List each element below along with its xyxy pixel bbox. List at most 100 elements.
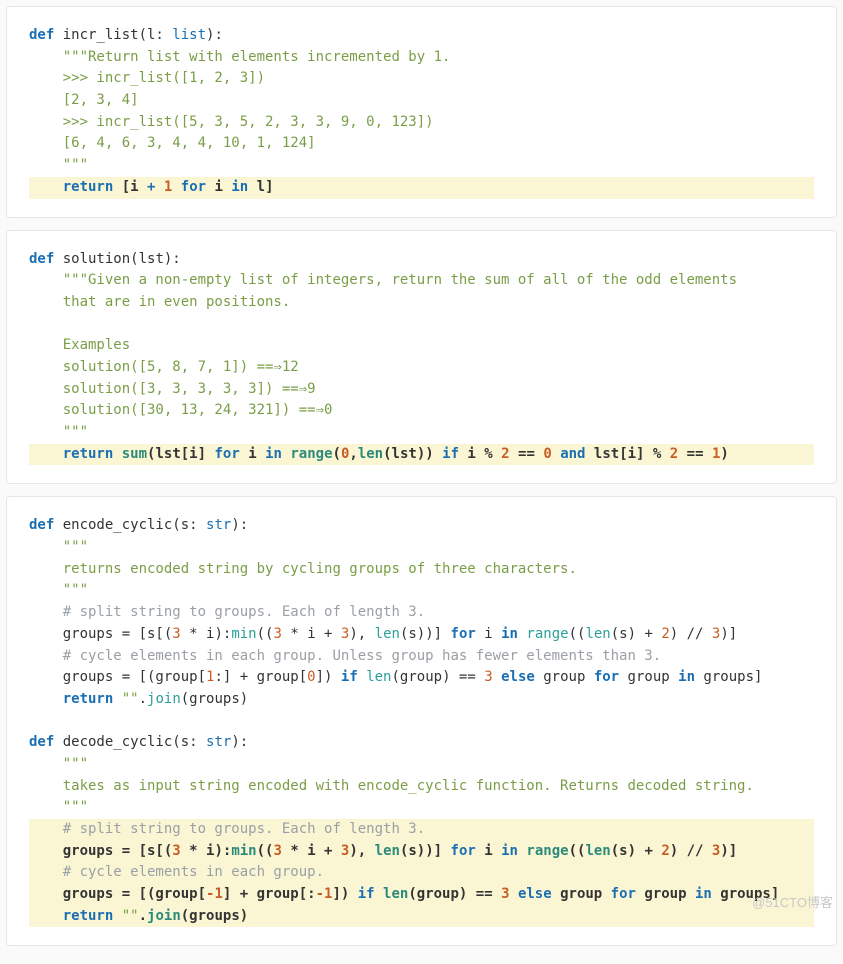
token-bi: range xyxy=(526,843,568,859)
token-num: 2 xyxy=(670,446,678,462)
token-k: in xyxy=(265,446,282,462)
token-n: ( xyxy=(333,446,341,462)
token-k: in xyxy=(231,179,248,195)
token-s: """ xyxy=(63,539,88,555)
token-k: return xyxy=(63,446,114,462)
token-k: def xyxy=(29,517,63,533)
token-n: (( xyxy=(569,843,586,859)
token-n xyxy=(29,864,63,880)
token-n: ) // xyxy=(670,626,712,642)
token-n: ]) xyxy=(316,669,341,685)
token-n xyxy=(510,886,518,902)
token-s: """ xyxy=(63,582,88,598)
code-line: return "".join(groups) xyxy=(29,689,814,711)
token-n: * i + xyxy=(282,626,341,642)
token-n: * i + xyxy=(282,843,341,859)
token-n xyxy=(29,272,63,288)
token-k: for xyxy=(594,669,619,685)
code-line: """ xyxy=(29,754,814,776)
code-line: groups = [s[(3 * i):min((3 * i + 3), len… xyxy=(29,624,814,646)
code-line xyxy=(29,314,814,336)
code-line: return [i + 1 for i in l] xyxy=(29,177,814,199)
token-n: (s: xyxy=(172,734,206,750)
token-bi: len xyxy=(375,843,400,859)
token-num: 3 xyxy=(501,886,509,902)
code-line: """Given a non-empty list of integers, r… xyxy=(29,270,814,292)
token-k: in xyxy=(501,843,518,859)
token-s: solution([3, 3, 3, 3, 3]) ==⇒9 xyxy=(63,381,316,397)
token-n xyxy=(29,756,63,772)
token-n: i xyxy=(206,179,231,195)
token-bi: len xyxy=(375,626,400,642)
token-n xyxy=(155,179,163,195)
code-block: def incr_list(l: list): """Return list w… xyxy=(29,25,814,199)
token-n: :] + group[ xyxy=(214,669,307,685)
token-n: group xyxy=(552,886,611,902)
token-n xyxy=(29,821,63,837)
token-k: in xyxy=(501,626,518,642)
token-n: [i xyxy=(113,179,147,195)
token-n xyxy=(29,157,63,173)
token-n: ]) xyxy=(332,886,357,902)
token-n xyxy=(29,359,63,375)
token-n xyxy=(29,582,63,598)
token-bi: range xyxy=(290,446,332,462)
code-line: """ xyxy=(29,537,814,559)
token-n: i xyxy=(240,446,265,462)
token-k: if xyxy=(442,446,459,462)
code-line: # cycle elements in each group. Unless g… xyxy=(29,646,814,668)
token-k: if xyxy=(341,669,358,685)
token-bi: sum xyxy=(122,446,147,462)
token-n: ): xyxy=(206,27,223,43)
token-k: for xyxy=(214,446,239,462)
token-s: """Given a non-empty list of integers, r… xyxy=(63,272,737,288)
code-line: >>> incr_list([1, 2, 3]) xyxy=(29,68,814,90)
code-line: # split string to groups. Each of length… xyxy=(29,819,814,841)
token-n xyxy=(29,691,63,707)
code-line: """Return list with elements incremented… xyxy=(29,47,814,69)
token-n: l] xyxy=(248,179,273,195)
token-k: if xyxy=(358,886,375,902)
token-n xyxy=(29,114,63,130)
token-n xyxy=(29,135,63,151)
token-n xyxy=(29,778,63,794)
token-k: def xyxy=(29,734,63,750)
token-n xyxy=(29,604,63,620)
token-bi: len xyxy=(366,669,391,685)
code-line: return "".join(groups) xyxy=(29,906,814,928)
code-line: def encode_cyclic(s: str): xyxy=(29,515,814,537)
token-n: ), xyxy=(349,626,374,642)
token-s: solution([30, 13, 24, 321]) ==⇒0 xyxy=(63,402,333,418)
token-k: in xyxy=(695,886,712,902)
token-s: "" xyxy=(122,691,139,707)
token-n xyxy=(29,799,63,815)
token-n xyxy=(29,424,63,440)
token-n: (( xyxy=(257,626,274,642)
code-line: solution([3, 3, 3, 3, 3]) ==⇒9 xyxy=(29,379,814,401)
token-cm: # split string to groups. Each of length… xyxy=(63,821,425,837)
token-num: 2 xyxy=(661,626,669,642)
token-n xyxy=(29,316,63,332)
token-n: ) // xyxy=(670,843,712,859)
code-line: """ xyxy=(29,797,814,819)
code-block: def solution(lst): """Given a non-empty … xyxy=(29,249,814,466)
token-num: -1 xyxy=(316,886,333,902)
token-n xyxy=(29,539,63,555)
token-n: )] xyxy=(720,843,737,859)
token-bi: len xyxy=(383,886,408,902)
token-bi: len xyxy=(358,446,383,462)
token-n: (group) == xyxy=(408,886,501,902)
code-line: groups = [(group[-1] + group[:-1]) if le… xyxy=(29,884,814,906)
token-k: return xyxy=(63,179,114,195)
token-n: (lst[i] xyxy=(147,446,214,462)
token-fn: encode_cyclic xyxy=(63,517,173,533)
token-n: i xyxy=(476,626,501,642)
token-cm: # cycle elements in each group. Unless g… xyxy=(63,648,661,664)
code-line: def solution(lst): xyxy=(29,249,814,271)
token-kb: str xyxy=(206,517,231,533)
token-num: -1 xyxy=(206,886,223,902)
token-k: and xyxy=(560,446,585,462)
token-num: 3 xyxy=(172,843,180,859)
token-bi: len xyxy=(585,843,610,859)
token-k: return xyxy=(63,691,114,707)
